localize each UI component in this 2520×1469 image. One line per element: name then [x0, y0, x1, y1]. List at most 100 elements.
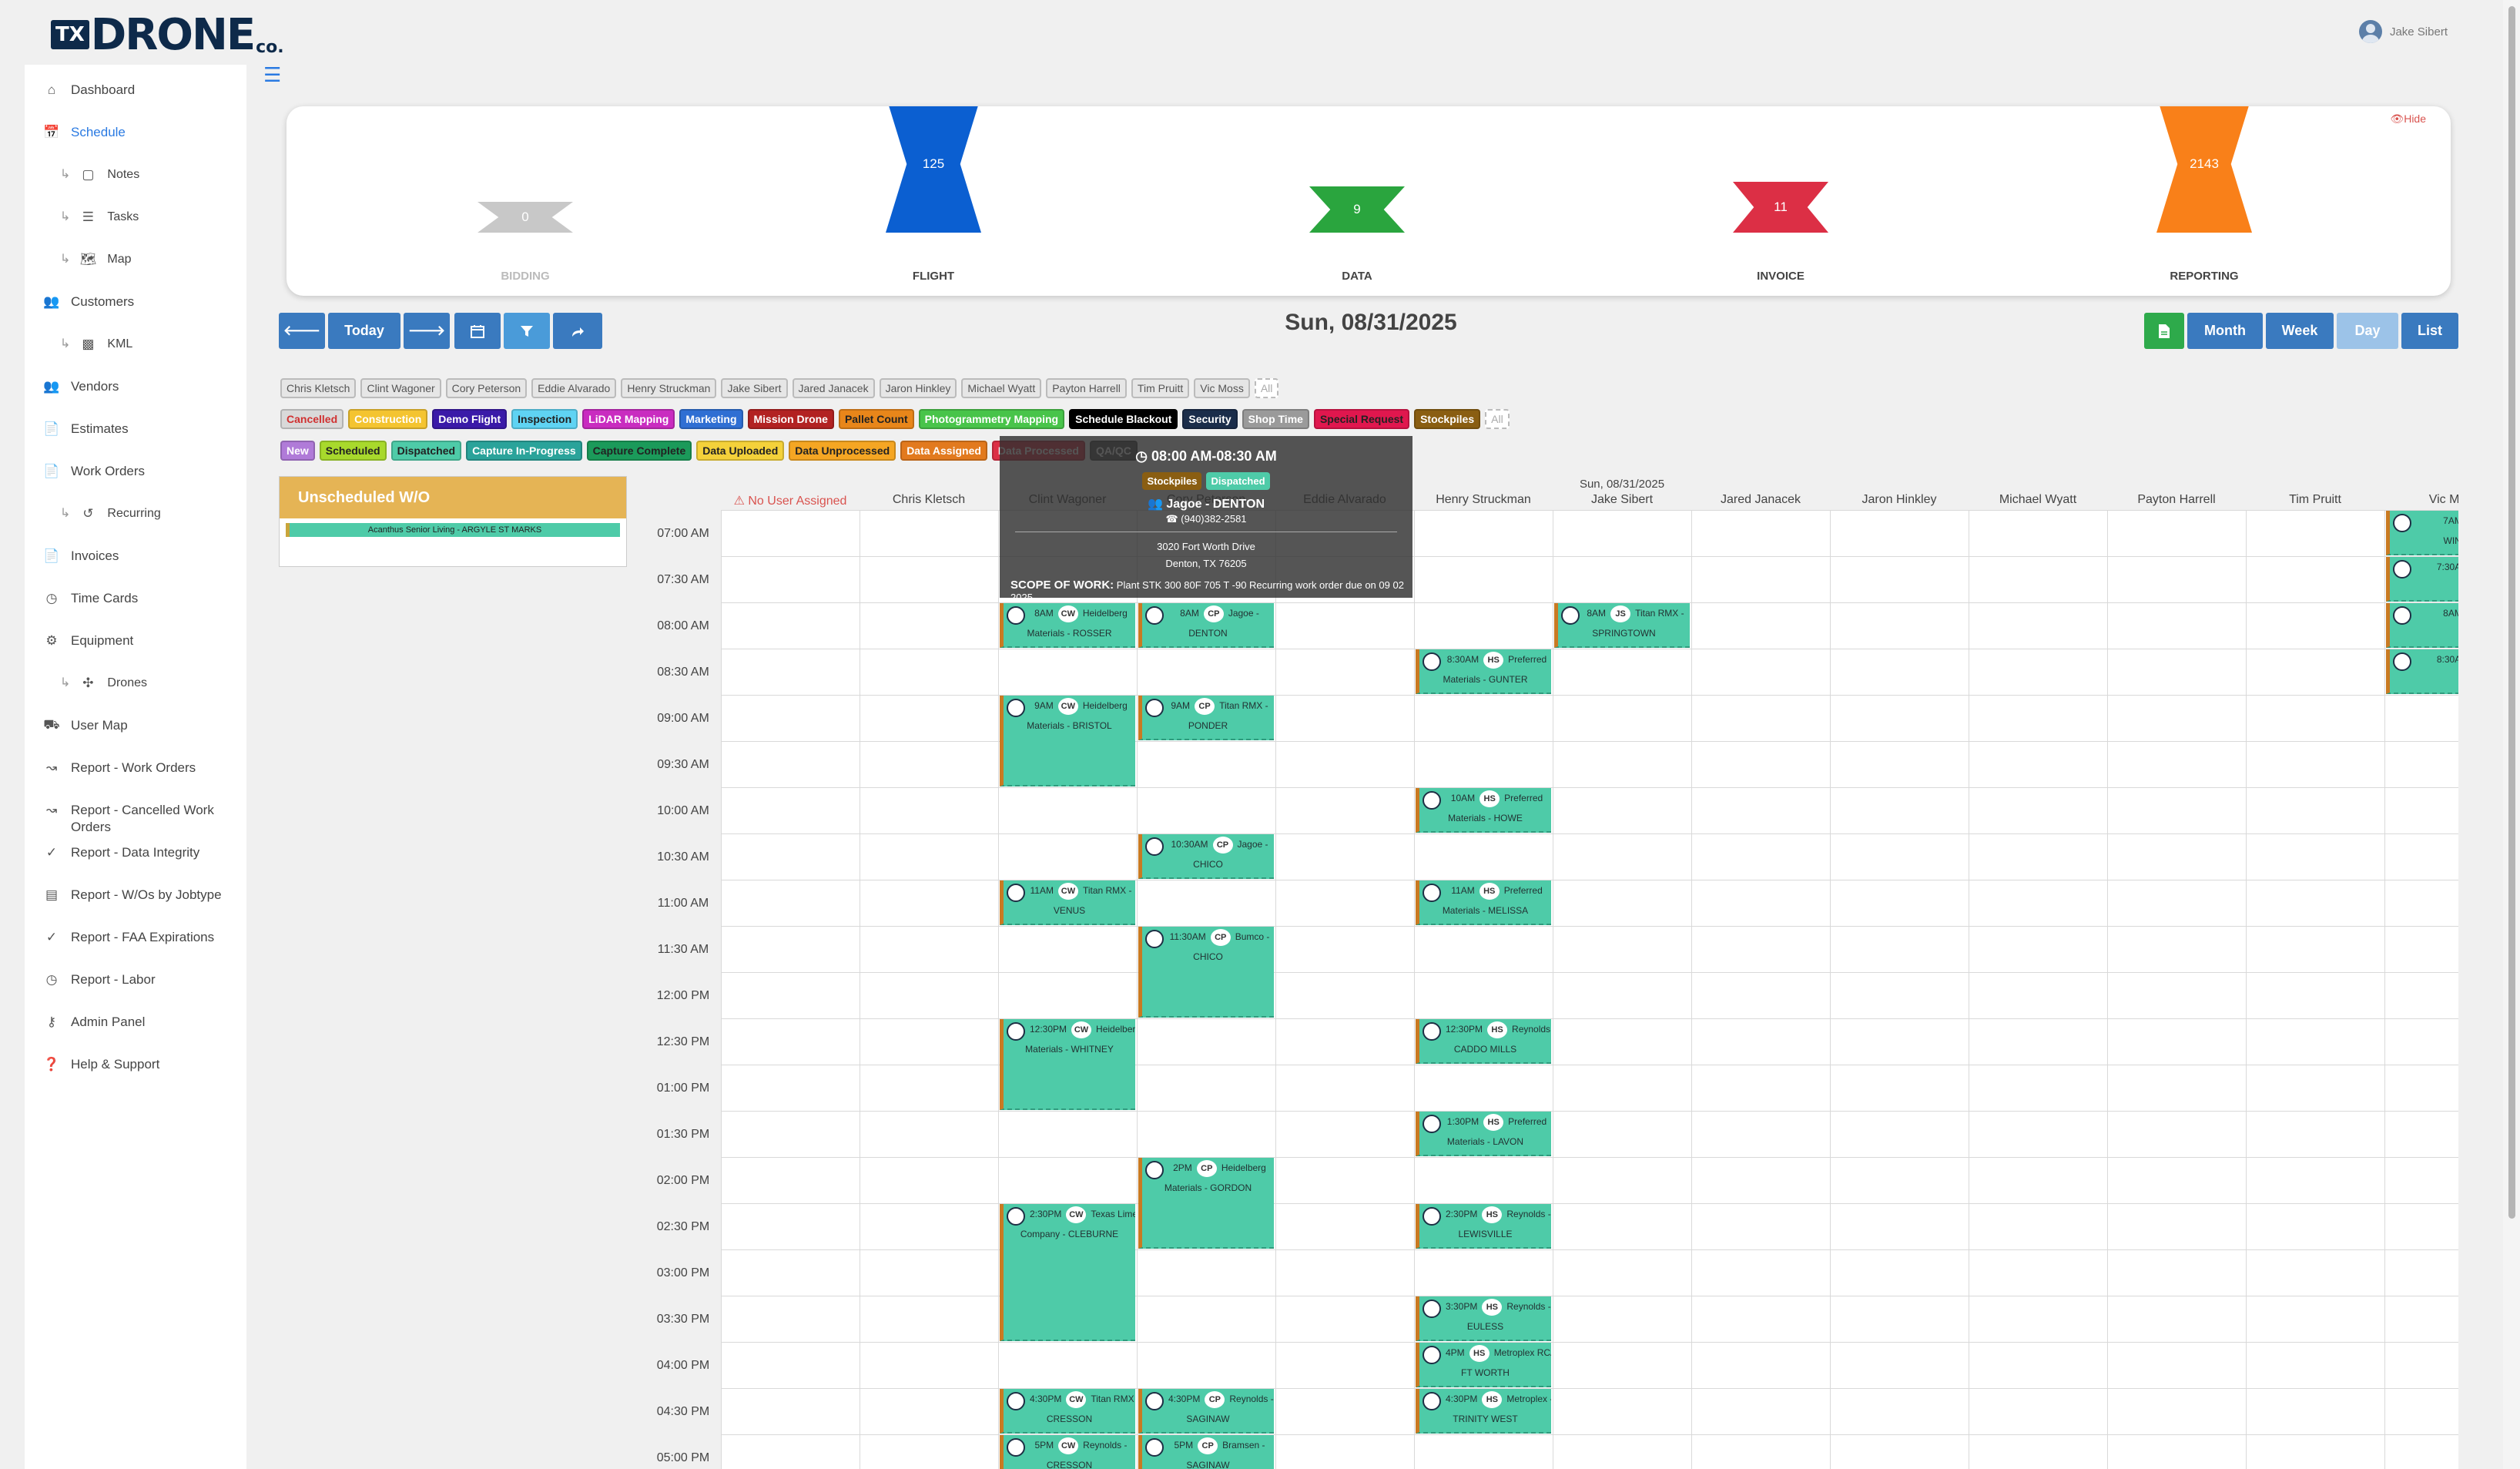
company-logo[interactable]: TX DRONE co. — [51, 8, 284, 57]
user-filter-michael-wyatt[interactable]: Michael Wyatt — [961, 378, 1042, 398]
sidebar-item-drones[interactable]: ↳ ✣ Drones — [25, 675, 246, 717]
unscheduled-item[interactable]: Acanthus Senior Living - ARGYLE ST MARKS — [286, 523, 620, 537]
user-filter-payton-harrell[interactable]: Payton Harrell — [1046, 378, 1127, 398]
vertical-scrollbar[interactable] — [2503, 0, 2520, 1469]
view-month-button[interactable]: Month — [2187, 313, 2263, 349]
funnel-stage-flight[interactable]: 125 FLIGHT — [886, 106, 981, 296]
jobtype-filter-lidar-mapping[interactable]: LiDAR Mapping — [582, 409, 675, 429]
status-filter-capture-in-progress[interactable]: Capture In-Progress — [466, 441, 582, 461]
jobtype-filter-cancelled[interactable]: Cancelled — [280, 409, 344, 429]
user-menu[interactable]: Jake Sibert — [2358, 20, 2448, 43]
calendar-event[interactable]: 12:30PM CW Heidelberg Materials - WHITNEY — [1000, 1019, 1135, 1110]
user-filter-henry-struckman[interactable]: Henry Struckman — [621, 378, 717, 398]
sidebar-item-equipment[interactable]: ⚙ Equipment — [25, 632, 246, 675]
calendar-event[interactable]: 9AM CP Titan RMX - PONDER — [1138, 696, 1274, 740]
calendar-event[interactable]: 8AM JS Titan RMX - SPRINGTOWN — [1554, 603, 1690, 648]
sidebar-item-user-map[interactable]: ⛟ User Map — [25, 717, 246, 760]
calendar-event[interactable]: 9AM CW Heidelberg Materials - BRISTOL — [1000, 696, 1135, 786]
sidebar-item-help-support[interactable]: ❓ Help & Support — [25, 1056, 246, 1098]
calendar-event[interactable]: 10AM HS Preferred Materials - HOWE — [1416, 788, 1551, 833]
sidebar-item-customers[interactable]: 👥 Customers — [25, 293, 246, 336]
next-button[interactable]: 🡒 — [404, 313, 450, 349]
jobtype-filter-pallet-count[interactable]: Pallet Count — [838, 409, 914, 429]
jobtype-filter-special-request[interactable]: Special Request — [1313, 409, 1410, 429]
calendar-event[interactable]: 1:30PM HS Preferred Materials - LAVON — [1416, 1112, 1551, 1156]
calendar-event[interactable]: 8AMVM — [2386, 603, 2458, 648]
user-filter-cory-peterson[interactable]: Cory Peterson — [445, 378, 528, 398]
jobtype-filter-stockpiles[interactable]: Stockpiles — [1414, 409, 1481, 429]
calendar-picker-button[interactable] — [454, 313, 501, 349]
sidebar-item-schedule[interactable]: 📅 Schedule — [25, 124, 246, 166]
jobtype-filter-photogrammetry-mapping[interactable]: Photogrammetry Mapping — [918, 409, 1065, 429]
sidebar-item-report-data-integrity[interactable]: ✓ Report - Data Integrity — [25, 844, 246, 887]
view-day-button[interactable]: Day — [2337, 313, 2398, 349]
today-button[interactable]: Today — [328, 313, 400, 349]
jobtype-filter-shop-time[interactable]: Shop Time — [1242, 409, 1309, 429]
status-filter-new[interactable]: New — [280, 441, 315, 461]
view-list-button[interactable]: List — [2401, 313, 2458, 349]
funnel-stage-data[interactable]: 9 DATA — [1309, 106, 1405, 296]
calendar-event[interactable]: 11AM CW Titan RMX - VENUS — [1000, 880, 1135, 925]
calendar-event[interactable]: 11:30AM CP Bumco - CHICO — [1138, 927, 1274, 1018]
status-filter-data-uploaded[interactable]: Data Uploaded — [696, 441, 785, 461]
sidebar-item-admin-panel[interactable]: ⚷ Admin Panel — [25, 1014, 246, 1056]
sidebar-item-report-work-orders[interactable]: ↝ Report - Work Orders — [25, 760, 246, 802]
calendar-event[interactable]: 8:30AM HS Preferred Materials - GUNTER — [1416, 649, 1551, 694]
calendar-grid[interactable]: 8AM CW Heidelberg Materials - ROSSER 9AM CW He… — [721, 510, 2458, 1469]
sidebar-item-report-cancelled-work-orders[interactable]: ↝ Report - Cancelled Work Orders — [25, 802, 246, 844]
sidebar-item-invoices[interactable]: 📄 Invoices — [25, 548, 246, 590]
share-button[interactable] — [553, 313, 602, 349]
user-filter-vic-moss[interactable]: Vic Moss — [1194, 378, 1250, 398]
sidebar-item-report-w-os-by-jobtype[interactable]: ▤ Report - W/Os by Jobtype — [25, 887, 246, 929]
calendar-event[interactable]: 11AM HS Preferred Materials - MELISSA — [1416, 880, 1551, 925]
sidebar-item-tasks[interactable]: ↳ ☰ Tasks — [25, 209, 246, 251]
calendar-event[interactable]: 2:30PM CW Texas Lime Company - CLEBURNE — [1000, 1204, 1135, 1341]
status-filter-data-unprocessed[interactable]: Data Unprocessed — [789, 441, 896, 461]
sidebar-item-notes[interactable]: ↳ ▢ Notes — [25, 166, 246, 209]
funnel-stage-reporting[interactable]: 2143 REPORTING — [2156, 106, 2252, 296]
calendar-event[interactable]: 4:30PM CW Titan RMX - CRESSON — [1000, 1389, 1135, 1434]
status-filter-capture-complete[interactable]: Capture Complete — [586, 441, 692, 461]
user-filter-tim-pruitt[interactable]: Tim Pruitt — [1131, 378, 1190, 398]
calendar-event[interactable]: 4PM HSMetroplex RCA - FT WORTH — [1416, 1343, 1551, 1387]
status-filter-scheduled[interactable]: Scheduled — [319, 441, 387, 461]
jobtype-filter-schedule-blackout[interactable]: Schedule Blackout — [1069, 409, 1178, 429]
calendar-event[interactable]: 12:30PM HS Reynolds - CADDO MILLS — [1416, 1019, 1551, 1064]
sidebar-item-vendors[interactable]: 👥 Vendors — [25, 378, 246, 421]
jobtype-filter-all[interactable]: All — [1485, 409, 1510, 429]
calendar-event[interactable]: 8AM CP Jagoe - DENTON — [1138, 603, 1274, 648]
calendar-event[interactable]: 8AM CW Heidelberg Materials - ROSSER — [1000, 603, 1135, 648]
jobtype-filter-inspection[interactable]: Inspection — [511, 409, 578, 429]
user-filter-jake-sibert[interactable]: Jake Sibert — [721, 378, 788, 398]
jobtype-filter-security[interactable]: Security — [1182, 409, 1238, 429]
calendar-event[interactable]: 4:30PM HS Metroplex - TRINITY WEST — [1416, 1389, 1551, 1434]
scrollbar-thumb[interactable] — [2508, 6, 2515, 1219]
hide-funnel-link[interactable]: 👁Hide — [2390, 112, 2426, 126]
calendar-event[interactable]: 4:30PM CP Reynolds - SAGINAW — [1138, 1389, 1274, 1434]
calendar-event[interactable]: 3:30PM HS Reynolds - EULESS — [1416, 1296, 1551, 1341]
sidebar-item-kml[interactable]: ↳ ▩ KML — [25, 336, 246, 378]
jobtype-filter-marketing[interactable]: Marketing — [679, 409, 743, 429]
calendar-event[interactable]: 7:30AMVM — [2386, 557, 2458, 602]
user-filter-clint-wagoner[interactable]: Clint Wagoner — [360, 378, 441, 398]
prev-button[interactable]: 🡐 — [279, 313, 325, 349]
sidebar-item-estimates[interactable]: 📄 Estimates — [25, 421, 246, 463]
calendar-event[interactable]: 7AMVMWIND — [2386, 511, 2458, 555]
sidebar-item-recurring[interactable]: ↳ ↺ Recurring — [25, 505, 246, 548]
jobtype-filter-mission-drone[interactable]: Mission Drone — [747, 409, 834, 429]
sidebar-item-dashboard[interactable]: ⌂ Dashboard — [25, 82, 246, 124]
calendar-event[interactable]: 5PM CW Reynolds - CRESSON — [1000, 1435, 1135, 1469]
user-filter-all[interactable]: All — [1254, 378, 1279, 398]
sidebar-item-map[interactable]: ↳ 🗺 Map — [25, 251, 246, 293]
calendar-event[interactable]: 2PM CP Heidelberg Materials - GORDON — [1138, 1158, 1274, 1249]
user-filter-chris-kletsch[interactable]: Chris Kletsch — [280, 378, 357, 398]
user-filter-jaron-hinkley[interactable]: Jaron Hinkley — [879, 378, 957, 398]
menu-toggle-icon[interactable]: ☰ — [263, 63, 281, 87]
calendar-event[interactable]: 5PM CP Bramsen - SAGINAW — [1138, 1435, 1274, 1469]
calendar-event[interactable]: 2:30PM HS Reynolds - LEWISVILLE — [1416, 1204, 1551, 1249]
view-week-button[interactable]: Week — [2266, 313, 2334, 349]
filter-button[interactable] — [504, 313, 550, 349]
jobtype-filter-demo-flight[interactable]: Demo Flight — [432, 409, 508, 429]
user-filter-jared-janacek[interactable]: Jared Janacek — [792, 378, 875, 398]
status-filter-data-assigned[interactable]: Data Assigned — [900, 441, 987, 461]
